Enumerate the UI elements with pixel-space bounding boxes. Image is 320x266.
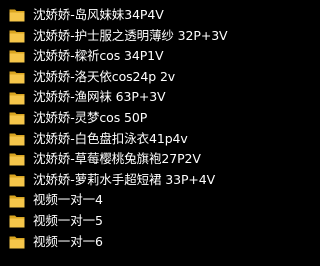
folder-name: 视频一对一4 bbox=[33, 192, 103, 208]
folder-item[interactable]: 沈娇娇-渔网袜 63P+3V bbox=[0, 87, 267, 108]
folder-item[interactable]: 沈娇娇-草莓樱桃兔旗袍27P2V bbox=[0, 149, 267, 170]
folder-name: 沈娇娇-护士服之透明薄纱 32P+3V bbox=[33, 27, 228, 43]
folder-name: 沈娇娇-灵梦cos 50P bbox=[33, 110, 148, 126]
folder-item[interactable]: 沈娇娇-岛风妹妹34P4V bbox=[0, 5, 267, 26]
folder-icon bbox=[9, 153, 25, 166]
folder-icon bbox=[9, 92, 25, 105]
folder-icon bbox=[9, 112, 25, 125]
folder-item[interactable]: 沈娇娇-萝莉水手超短裙 33P+4V bbox=[0, 170, 267, 191]
folder-item[interactable]: 沈娇娇-灵梦cos 50P bbox=[0, 108, 267, 129]
folder-icon bbox=[9, 236, 25, 249]
folder-icon bbox=[9, 174, 25, 187]
folder-item[interactable]: 沈娇娇-洛天依cos24p 2v bbox=[0, 67, 267, 88]
folder-name: 沈娇娇-樑祈cos 34P1V bbox=[33, 48, 164, 64]
folder-item[interactable]: 沈娇娇-樑祈cos 34P1V bbox=[0, 46, 267, 67]
folder-icon bbox=[9, 195, 25, 208]
folder-item[interactable]: 沈娇娇-护士服之透明薄纱 32P+3V bbox=[0, 26, 267, 47]
folder-name: 沈娇娇-草莓樱桃兔旗袍27P2V bbox=[33, 151, 201, 167]
folder-item[interactable]: 沈娇娇-白色盘扣泳衣41p4v bbox=[0, 129, 267, 150]
folder-icon bbox=[9, 9, 25, 22]
folder-icon bbox=[9, 30, 25, 43]
folder-icon bbox=[9, 133, 25, 146]
folder-list: 沈娇娇-岛风妹妹34P4V 沈娇娇-护士服之透明薄纱 32P+3V 沈娇娇-樑祈… bbox=[0, 0, 267, 266]
folder-name: 视频一对一5 bbox=[33, 212, 103, 228]
folder-name: 沈娇娇-洛天依cos24p 2v bbox=[33, 68, 176, 84]
folder-icon bbox=[9, 215, 25, 228]
folder-name: 沈娇娇-萝莉水手超短裙 33P+4V bbox=[33, 171, 216, 187]
folder-item[interactable]: 视频一对一5 bbox=[0, 211, 267, 232]
folder-item[interactable]: 视频一对一6 bbox=[0, 232, 267, 253]
folder-name: 视频一对一6 bbox=[33, 233, 103, 249]
folder-name: 沈娇娇-渔网袜 63P+3V bbox=[33, 89, 166, 105]
folder-icon bbox=[9, 71, 25, 84]
folder-name: 沈娇娇-岛风妹妹34P4V bbox=[33, 7, 164, 23]
folder-name: 沈娇娇-白色盘扣泳衣41p4v bbox=[33, 130, 188, 146]
folder-item[interactable]: 视频一对一4 bbox=[0, 190, 267, 211]
folder-icon bbox=[9, 50, 25, 63]
